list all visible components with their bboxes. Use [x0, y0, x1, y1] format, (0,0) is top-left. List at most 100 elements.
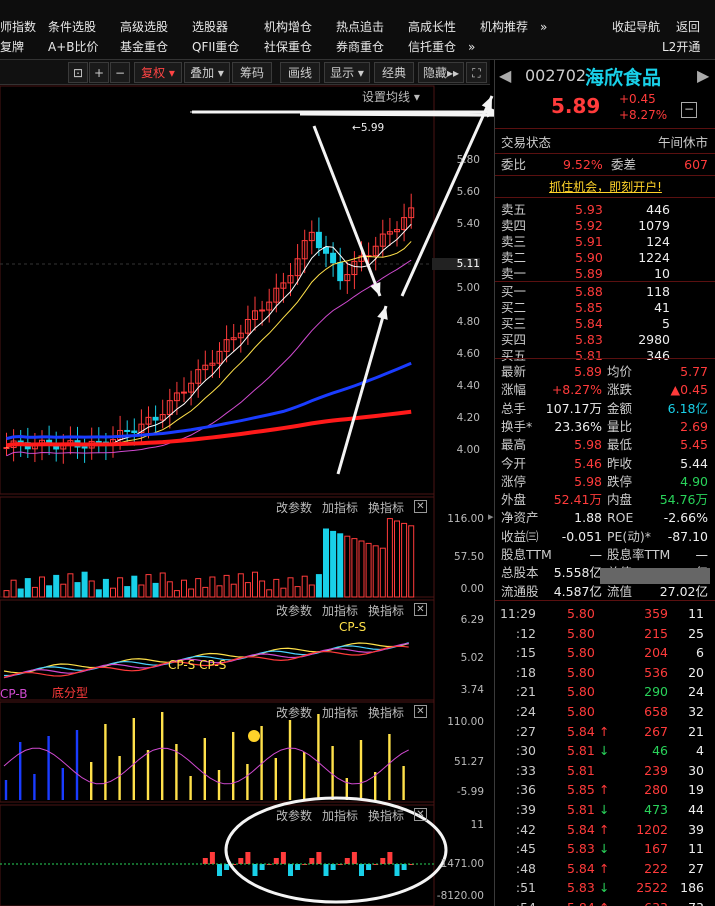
signal-label: CP-B [0, 687, 28, 701]
nav-item[interactable]: 基金重仓 [120, 37, 168, 57]
nav-item[interactable]: 选股器 [192, 17, 228, 37]
tick-row: 11:29 5.80 359 11 [499, 606, 704, 621]
nav-item[interactable]: 高级选股 [120, 17, 168, 37]
candle-body [330, 252, 337, 264]
tick-row: :21 5.80 290 24 [515, 684, 704, 700]
nav-item[interactable]: 信托重仓 [408, 37, 456, 57]
tick-row: :27 5.84 ↑ 267 21 [515, 723, 704, 739]
candle-body [181, 391, 187, 394]
high-price-label: ←5.99 [352, 122, 385, 134]
nav-item[interactable]: 券商重仓 [336, 37, 384, 57]
fullscreen-icon[interactable]: ⛶ [466, 62, 487, 83]
current-price-tick: 5.11 [432, 258, 480, 270]
fuquan-button[interactable]: 复权 ▾ [134, 62, 182, 83]
tick-row: :42 5.84 ↑ 1202 39 [515, 821, 704, 837]
add-indicator-button[interactable]: 加指标 [322, 704, 358, 721]
nav-item[interactable]: 师指数 [0, 17, 36, 37]
stat-row: 最高 5.98 最低 5.45 [501, 437, 708, 453]
nav-item[interactable]: 热点追击 [336, 17, 384, 37]
nav-item[interactable]: 复牌 [0, 37, 24, 57]
chart-toolbar: ⊡ + − 复权 ▾ 叠加 ▾ 筹码 画线 显示 ▾ 经典 隐藏▸▸ ⛶ [0, 60, 490, 85]
stock-code: 002702 [525, 66, 587, 85]
display-button[interactable]: 显示 ▾ [324, 62, 370, 83]
stat-row: 净资产 1.88 ROE -2.66% [501, 510, 708, 526]
tick-row: :24 5.80 658 32 [515, 704, 704, 719]
lock-icon[interactable]: ⊡ [68, 62, 88, 83]
nav-item[interactable]: 社保重仓 [264, 37, 312, 57]
l2-open-button[interactable]: L2开通 [662, 37, 700, 57]
candle-body [3, 447, 10, 450]
overlay-button[interactable]: 叠加 ▾ [184, 62, 230, 83]
add-indicator-button[interactable]: 加指标 [322, 807, 358, 824]
switch-indicator-button[interactable]: 换指标 [368, 807, 404, 824]
tick-row: :45 5.83 ↓ 167 11 [515, 841, 704, 857]
candle-body [152, 416, 159, 421]
tick-row: :33 5.81 239 30 [515, 762, 704, 778]
nav-item[interactable]: 高成长性 [408, 17, 456, 37]
stat-row: 股息TTM — 股息率TTM — [501, 547, 708, 562]
chip-button[interactable]: 筹码 [232, 62, 272, 83]
edit-params-button[interactable]: 改参数 [276, 704, 312, 721]
edit-params-button[interactable]: 改参数 [276, 499, 312, 516]
classic-button[interactable]: 经典 [374, 62, 414, 83]
cp-indicator-panel: 改参数 加指标 换指标 ✕ 6.29 5.02 3.74 CP-S CP-S C… [0, 600, 490, 701]
stat-row: 涨停 5.98 跌停 4.90 [501, 473, 708, 489]
nav-item[interactable]: 机构推荐 [480, 17, 528, 37]
nav-item[interactable]: 条件选股 [48, 17, 96, 37]
close-icon[interactable]: ✕ [414, 603, 427, 616]
hide-button[interactable]: 隐藏▸▸ [418, 62, 464, 83]
price-change-pct: +8.27% [619, 108, 668, 122]
axis-tick: 11 [470, 819, 484, 831]
tick-row: :545.84↑63373 [495, 898, 715, 906]
scroll-thumb[interactable] [600, 568, 710, 584]
price-tick: 4.00 [456, 444, 480, 456]
add-indicator-button[interactable]: 加指标 [322, 499, 358, 516]
close-icon[interactable]: ✕ [414, 705, 427, 718]
stat-row: 外盘 52.41万 内盘 54.76万 [501, 492, 708, 508]
price-tick: 5.80 [456, 154, 480, 166]
panel-frame [0, 85, 435, 495]
candle-body [315, 231, 322, 249]
zoom-in-icon[interactable]: + [89, 62, 109, 83]
price-tick: 5.60 [456, 186, 480, 198]
nav-item[interactable]: QFII重仓 [192, 37, 239, 57]
candle-body [323, 247, 329, 254]
price-tick: 4.20 [456, 412, 480, 424]
back-button[interactable]: 返回 [676, 17, 700, 37]
open-account-link[interactable]: 抓住机会，即刻开户! [495, 178, 715, 195]
axis-tick: 57.50 [453, 551, 484, 563]
signal-label: CP-S [339, 620, 367, 634]
price-axis: 5.80 5.60 5.40 5.11 5.00 4.80 4.60 4.40 … [432, 150, 488, 470]
price-tick: 5.40 [456, 218, 480, 230]
draw-line-button[interactable]: 画线 [280, 62, 320, 83]
ma-settings-button[interactable]: 设置均线 ▾ [362, 88, 420, 105]
switch-indicator-button[interactable]: 换指标 [368, 499, 404, 516]
edit-params-button[interactable]: 改参数 [276, 807, 312, 824]
next-stock-icon[interactable]: ▶ [697, 66, 709, 85]
switch-indicator-button[interactable]: 换指标 [368, 704, 404, 721]
weibi-row: 委比 9.52% 委差 607 [501, 157, 708, 172]
collapse-nav-button[interactable]: 收起导航 [612, 17, 660, 37]
candle-body [259, 309, 266, 312]
nav-more-icon[interactable]: » [540, 17, 547, 37]
stock-terminal: 师指数 条件选股 高级选股 选股器 机构增仓 热点追击 高成长性 机构推荐 » … [0, 0, 715, 906]
minimize-icon[interactable]: − [681, 102, 697, 118]
nav-item[interactable]: A+B比价 [48, 37, 99, 57]
close-icon[interactable]: ✕ [414, 500, 427, 513]
edit-params-button[interactable]: 改参数 [276, 602, 312, 619]
add-indicator-button[interactable]: 加指标 [322, 602, 358, 619]
stat-row: 收益㈢ -0.051 PE(动)* -87.10 [501, 528, 708, 544]
collapse-panel-handle[interactable]: ▸ [488, 510, 494, 523]
close-icon[interactable]: ✕ [414, 808, 427, 821]
candle-body [131, 430, 138, 434]
annotation-arrowhead [370, 282, 381, 296]
nav-more-icon[interactable]: » [468, 37, 475, 57]
price-change: +0.45 [619, 92, 656, 106]
nav-item[interactable]: 机构增仓 [264, 17, 312, 37]
stat-row: 涨幅 +8.27% 涨跌 ▲0.45 [501, 382, 708, 398]
axis-tick: 51.27 [453, 756, 484, 768]
zoom-out-icon[interactable]: − [110, 62, 130, 83]
switch-indicator-button[interactable]: 换指标 [368, 602, 404, 619]
prev-stock-icon[interactable]: ◀ [499, 66, 511, 85]
candle-body [81, 446, 88, 449]
